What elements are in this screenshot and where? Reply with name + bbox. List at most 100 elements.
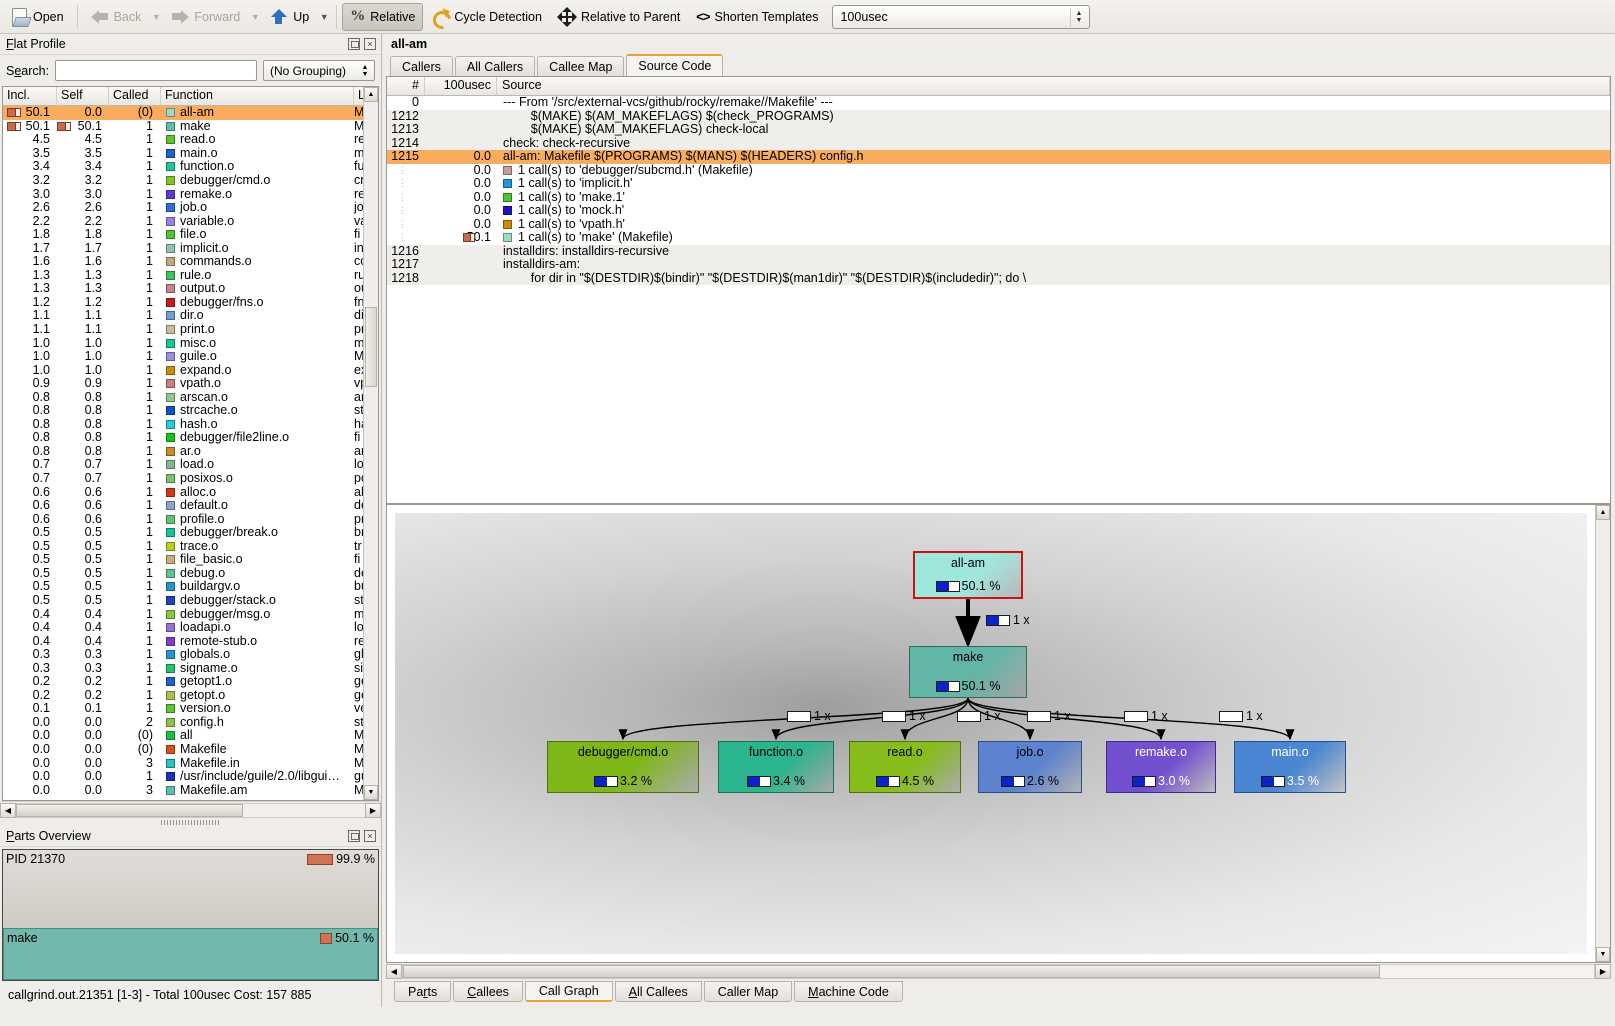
back-button[interactable]: Back [83, 3, 150, 31]
tab-all-callees[interactable]: All Callees [614, 981, 702, 1002]
relative-to-parent-toggle[interactable]: Relative to Parent [550, 3, 688, 31]
graph-vscrollbar[interactable]: ▲ ▼ [1595, 505, 1610, 962]
tab-machine-code[interactable]: Machine Code [794, 981, 903, 1002]
table-row[interactable]: 0.7 0.7 1 load.o lo [3, 458, 378, 472]
forward-button[interactable]: Forward [163, 3, 248, 31]
table-row[interactable]: 0.3 0.3 1 signame.o si [3, 661, 378, 675]
table-row[interactable]: 0.8 0.8 1 ar.o ar [3, 444, 378, 459]
tab-callees[interactable]: Callees [453, 981, 523, 1002]
table-row[interactable]: 0.5 0.5 1 trace.o tr [3, 539, 378, 554]
table-row[interactable]: 1.1 1.1 1 print.o pr [3, 323, 378, 337]
table-row[interactable]: 0.4 0.4 1 loadapi.o lo [3, 621, 378, 635]
table-row[interactable]: 0.0 0.0 (0) Makefile M [3, 742, 378, 757]
table-row[interactable]: 3.0 3.0 1 remake.o re [3, 187, 378, 201]
graph-hscroll-track[interactable] [402, 963, 1595, 979]
hscroll-right-icon[interactable]: ▶ [365, 802, 381, 818]
relative-toggle[interactable]: % Relative [342, 2, 424, 31]
source-line[interactable]: 1214 check: check-recursive [387, 136, 1610, 150]
grouping-spinner-icon[interactable]: ▲ ▼ [358, 62, 372, 79]
source-column-cost[interactable]: 100usec [425, 77, 497, 95]
graph-node[interactable]: job.o 2.6 % [978, 741, 1082, 793]
source-line[interactable]: 1212 $(MAKE) $(AM_MAKEFLAGS) $(check_PRO… [387, 109, 1610, 123]
part-pid-block[interactable]: PID 21370 99.9 % [3, 850, 378, 928]
source-line[interactable]: 0 --- From '/src/external-vcs/github/rock… [387, 96, 1610, 110]
column-header-incl[interactable]: Incl. [3, 87, 57, 105]
cycle-detection-toggle[interactable]: Cycle Detection [423, 3, 550, 31]
up-dropdown-icon[interactable]: ▼ [317, 12, 331, 22]
flat-profile-hscrollbar[interactable]: ◀ ▶ [0, 801, 381, 818]
table-row[interactable]: 0.0 0.0 3 Makefile.in M [3, 756, 378, 770]
table-row[interactable]: 2.6 2.6 1 job.o jo [3, 201, 378, 215]
table-row[interactable]: 0.7 0.7 1 posixos.o po [3, 472, 378, 486]
parts-close-icon[interactable]: × [364, 830, 376, 842]
table-row[interactable]: 0.0 0.0 1/usr/include/guile/2.0/libgui… gu [3, 770, 378, 784]
shorten-templates-toggle[interactable]: <> Shorten Templates [688, 3, 826, 31]
source-column-number[interactable]: # [387, 77, 425, 95]
tab-callers[interactable]: Callers [390, 56, 453, 76]
table-row[interactable]: 0.1 0.1 1 version.o ve [3, 702, 378, 716]
search-input[interactable] [55, 60, 257, 81]
table-row[interactable]: 0.8 0.8 1 debugger/file2line.o fi [3, 431, 378, 445]
table-row[interactable]: 3.4 3.4 1 function.o fu [3, 160, 378, 174]
table-row[interactable]: 1.6 1.6 1 commands.o co [3, 255, 378, 269]
table-row[interactable]: 0.4 0.4 1 debugger/msg.o m [3, 607, 378, 621]
combo-spinner-icon[interactable]: ▲ ▼ [1070, 7, 1086, 27]
table-row[interactable]: 0.8 0.8 1 hash.o ha [3, 417, 378, 432]
table-row[interactable]: 50.1 0.0 (0) all-am M [3, 106, 378, 120]
table-row[interactable]: 0.8 0.8 1 arscan.o ar [3, 390, 378, 404]
tab-parts[interactable]: Pa r ts [394, 981, 452, 1002]
tab-source-code[interactable]: Source Code [626, 54, 724, 76]
table-row[interactable]: 2.2 2.2 1 variable.o va [3, 214, 378, 228]
source-line[interactable]: 1217 installdirs-am: [387, 258, 1610, 272]
source-line[interactable]: 1215 0.0 all-am: Makefile $(PROGRAMS) $(MA… [387, 150, 1610, 164]
source-column-source[interactable]: Source [497, 77, 1610, 95]
graph-node[interactable]: remake.o 3.0 % [1106, 741, 1216, 793]
event-type-combo[interactable]: 100usec ▲ ▼ [832, 4, 1091, 29]
table-row[interactable]: 3.5 3.5 1 main.o m [3, 146, 378, 161]
table-row[interactable]: 50.1 50.1 1 make M [3, 119, 378, 134]
graph-scroll-down-icon[interactable]: ▼ [1596, 947, 1610, 962]
graph-node[interactable]: all-am 50.1 % [913, 551, 1023, 599]
table-row[interactable]: 1.3 1.3 1 output.o ou [3, 282, 378, 296]
table-row[interactable]: 0.3 0.3 1 globals.o gl [3, 648, 378, 662]
graph-scroll-right-icon[interactable]: ▶ [1595, 963, 1611, 979]
table-row[interactable]: 0.9 0.9 1 vpath.o vp [3, 377, 378, 391]
table-row[interactable]: 0.0 0.0 2 config.h st [3, 715, 378, 730]
hscroll-thumb[interactable] [16, 803, 243, 817]
table-row[interactable]: 0.5 0.5 1 debugger/stack.o st [3, 593, 378, 608]
table-row[interactable]: 0.6 0.6 1 default.o de [3, 499, 378, 513]
graph-node[interactable]: read.o 4.5 % [849, 741, 961, 793]
part-make-block[interactable]: make 50.1 % [3, 928, 378, 980]
table-row[interactable]: 0.6 0.6 1 profile.o pr [3, 512, 378, 526]
table-row[interactable]: 1.0 1.0 1 misc.o m [3, 336, 378, 350]
source-line[interactable]: ⋮ 0.0 1 call(s) to 'debugger/subcmd.h' (Ma… [387, 163, 1610, 177]
parts-canvas[interactable]: PID 21370 99.9 % make 50.1 % [2, 849, 379, 981]
table-row[interactable]: 1.0 1.0 1 guile.o M [3, 350, 378, 364]
call-graph-viewport[interactable]: all-am 50.1 % make 50.1 % debugger/cmd.o 3.2 … [386, 504, 1611, 963]
source-line[interactable]: ⋮ 0.0 1 call(s) to 'make.1' [387, 190, 1610, 204]
table-row[interactable]: 1.3 1.3 1 rule.o ru [3, 268, 378, 283]
table-row[interactable]: 0.2 0.2 1 getopt.o ge [3, 688, 378, 703]
open-button[interactable]: Open [4, 3, 72, 31]
forward-dropdown-icon[interactable]: ▼ [248, 12, 262, 22]
flat-profile-vscrollbar[interactable]: ▲ ▼ [363, 87, 378, 800]
source-line[interactable]: 1213 $(MAKE) $(AM_MAKEFLAGS) check-local [387, 123, 1610, 137]
table-row[interactable]: 1.0 1.0 1 expand.o ex [3, 363, 378, 377]
back-dropdown-icon[interactable]: ▼ [149, 12, 163, 22]
tab-all-callers[interactable]: All Callers [454, 56, 536, 76]
source-line[interactable]: ⋮ 50.1 1 call(s) to 'make' (Makefile) [387, 231, 1610, 245]
up-button[interactable]: Up [262, 3, 317, 31]
source-line[interactable]: ⋮ 0.0 1 call(s) to 'vpath.h' [387, 217, 1610, 231]
scroll-down-icon[interactable]: ▼ [364, 785, 378, 800]
call-graph-canvas[interactable]: all-am 50.1 % make 50.1 % debugger/cmd.o 3.2 … [395, 513, 1587, 954]
tab-call-graph[interactable]: Call Graph [524, 981, 613, 1002]
tab-caller-map[interactable]: Caller Map [703, 981, 793, 1002]
graph-node[interactable]: debugger/cmd.o 3.2 % [547, 741, 699, 793]
graph-hscroll-thumb[interactable] [403, 964, 1380, 978]
tab-callee-map[interactable]: Callee Map [537, 56, 625, 76]
column-header-called[interactable]: Called [109, 87, 161, 105]
graph-node[interactable]: main.o 3.5 % [1234, 741, 1346, 793]
hscroll-left-icon[interactable]: ◀ [0, 802, 16, 818]
scroll-up-icon[interactable]: ▲ [364, 87, 378, 102]
table-row[interactable]: 0.4 0.4 1 remote-stub.o re [3, 634, 378, 648]
